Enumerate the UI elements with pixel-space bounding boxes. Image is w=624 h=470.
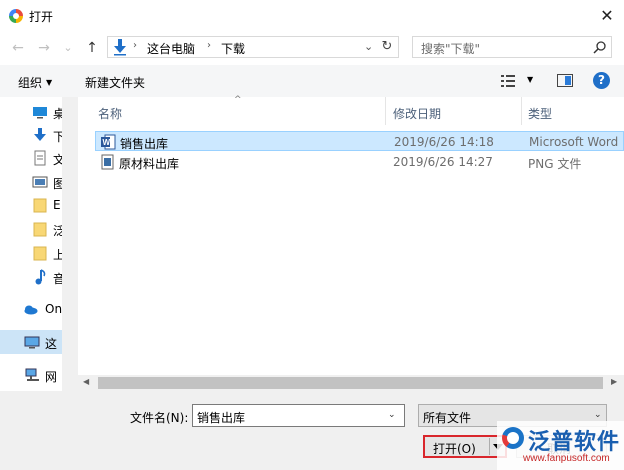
up-arrow-icon[interactable]: ↑ (84, 40, 100, 56)
search-icon[interactable] (593, 40, 607, 54)
sidebar-item-folder-fan[interactable]: 泛 (0, 217, 62, 241)
close-button[interactable]: ✕ (594, 4, 620, 28)
download-icon (34, 128, 46, 141)
file-row[interactable]: W 销售出库 2019/6/26 14:18 Microsoft Word (95, 131, 624, 151)
sidebar-item-label: 图 (53, 177, 62, 191)
sidebar-item-downloads[interactable]: 下 (0, 123, 62, 147)
column-divider[interactable] (385, 97, 386, 125)
computer-icon (24, 336, 40, 349)
sidebar-item-label: 下 (53, 130, 62, 144)
address-chevron[interactable]: › (133, 40, 137, 51)
sidebar-item-label: 上 (53, 248, 62, 262)
desktop-icon (33, 107, 47, 119)
picture-icon (32, 176, 48, 188)
filename-value: 销售出库 (197, 411, 246, 425)
recent-locations-icon[interactable]: ⌄ (60, 40, 76, 56)
sidebar-item-label: On (45, 302, 62, 316)
png-file-icon (101, 154, 114, 170)
title-bar: 打开 ✕ (0, 0, 624, 32)
forward-arrow-icon[interactable]: → (36, 40, 52, 56)
folder-icon (33, 198, 47, 213)
folder-icon (33, 222, 47, 237)
scroll-left-icon[interactable]: ◀ (83, 377, 89, 386)
sidebar-item-onedrive[interactable]: On (0, 297, 62, 321)
open-button-label: 打开(O) (433, 442, 476, 456)
back-arrow-icon[interactable]: ← (10, 40, 26, 56)
network-icon (25, 368, 39, 381)
sidebar-item-pictures[interactable]: 图 (0, 170, 62, 194)
download-folder-icon (114, 39, 126, 56)
sidebar-item-label: 泛 (53, 224, 62, 238)
svg-text:W: W (103, 138, 111, 147)
sidebar-item-label: 桌 (53, 107, 62, 121)
brand-logo-icon (502, 427, 524, 449)
scroll-right-icon[interactable]: ▶ (611, 377, 617, 386)
file-name: 原材料出库 (119, 157, 180, 171)
sidebar-item-label: 文 (53, 153, 62, 167)
search-placeholder: 搜索"下载" (421, 42, 481, 56)
column-header-name[interactable]: 名称 (98, 105, 122, 122)
sidebar-item-label: 音 (53, 272, 62, 286)
app-icon (9, 9, 23, 23)
new-folder-button[interactable]: 新建文件夹 (85, 74, 145, 91)
organize-button[interactable]: 组织 ▼ (18, 74, 52, 91)
sort-indicator-icon: ^ (234, 95, 242, 105)
file-type: PNG 文件 (528, 157, 582, 171)
search-input[interactable]: 搜索"下载" (412, 36, 612, 58)
file-date: 2019/6/26 14:18 (394, 135, 494, 149)
file-date: 2019/6/26 14:27 (393, 155, 493, 169)
address-bar[interactable]: › 这台电脑 › 下载 ⌄ (107, 36, 399, 58)
address-segment-this-pc[interactable]: 这台电脑 (147, 40, 195, 57)
document-icon (34, 150, 46, 166)
filename-label: 文件名(N): (130, 411, 189, 425)
refresh-icon[interactable]: ↻ (379, 40, 395, 56)
watermark-brand: 泛普软件 (528, 429, 621, 455)
sidebar-item-this-pc[interactable]: 这 (0, 330, 62, 354)
watermark: 泛普软件 www.fanpusoft.com (497, 421, 624, 470)
music-icon (35, 269, 46, 285)
column-header-date[interactable]: 修改日期 (393, 105, 441, 122)
open-button[interactable]: 打开(O) (423, 435, 507, 458)
address-chevron[interactable]: › (207, 40, 211, 51)
column-divider[interactable] (521, 97, 522, 125)
help-icon[interactable]: ? (593, 72, 610, 89)
horizontal-scrollbar[interactable]: ◀ ▶ (78, 375, 624, 391)
chevron-down-icon[interactable]: ⌄ (388, 410, 396, 420)
caret-down-icon: ▼ (46, 78, 53, 87)
onedrive-icon (24, 305, 38, 315)
sidebar-item-music[interactable]: 音 (0, 265, 62, 289)
file-type: Microsoft Word (529, 135, 619, 149)
sidebar-item-label: E (53, 198, 61, 212)
chevron-down-icon: ⌄ (594, 410, 602, 420)
organize-label: 组织 (18, 76, 43, 90)
filetype-value: 所有文件 (423, 411, 472, 425)
sidebar-item-folder-e[interactable]: E (0, 193, 62, 217)
sidebar-item-folder-shang[interactable]: 上 (0, 241, 62, 265)
file-row[interactable]: 原材料出库 2019/6/26 14:27 PNG 文件 (95, 152, 624, 172)
folder-icon (33, 246, 47, 261)
sidebar-item-desktop[interactable]: 桌 (0, 100, 62, 124)
scrollbar-thumb[interactable] (98, 377, 603, 389)
column-header-type[interactable]: 类型 (528, 105, 552, 122)
view-caret-icon[interactable]: ▼ (527, 75, 533, 84)
word-doc-icon: W (101, 134, 116, 150)
sidebar-item-label: 这 (45, 337, 58, 351)
command-toolbar: 组织 ▼ 新建文件夹 ▼ (0, 65, 624, 97)
address-segment-downloads[interactable]: 下载 (221, 40, 245, 57)
sidebar-scrollbar[interactable] (62, 97, 78, 391)
view-options-icon[interactable] (500, 74, 516, 88)
filename-input[interactable]: 销售出库 ⌄ (192, 404, 405, 427)
watermark-url: www.fanpusoft.com (523, 453, 610, 464)
file-list: ^ 名称 修改日期 类型 W 销售出库 2019/6/26 14:18 Micr… (78, 95, 624, 375)
address-dropdown-icon[interactable]: ⌄ (364, 40, 373, 53)
sidebar-item-documents[interactable]: 文 (0, 146, 62, 170)
preview-pane-icon[interactable] (557, 74, 573, 87)
window-title: 打开 (29, 10, 54, 24)
navigation-pane: 桌 下 文 图 E 泛 上 音 On 这 网 (0, 97, 62, 391)
sidebar-item-network[interactable]: 网 (0, 363, 62, 387)
file-name: 销售出库 (120, 137, 169, 151)
sidebar-item-label: 网 (45, 370, 58, 384)
